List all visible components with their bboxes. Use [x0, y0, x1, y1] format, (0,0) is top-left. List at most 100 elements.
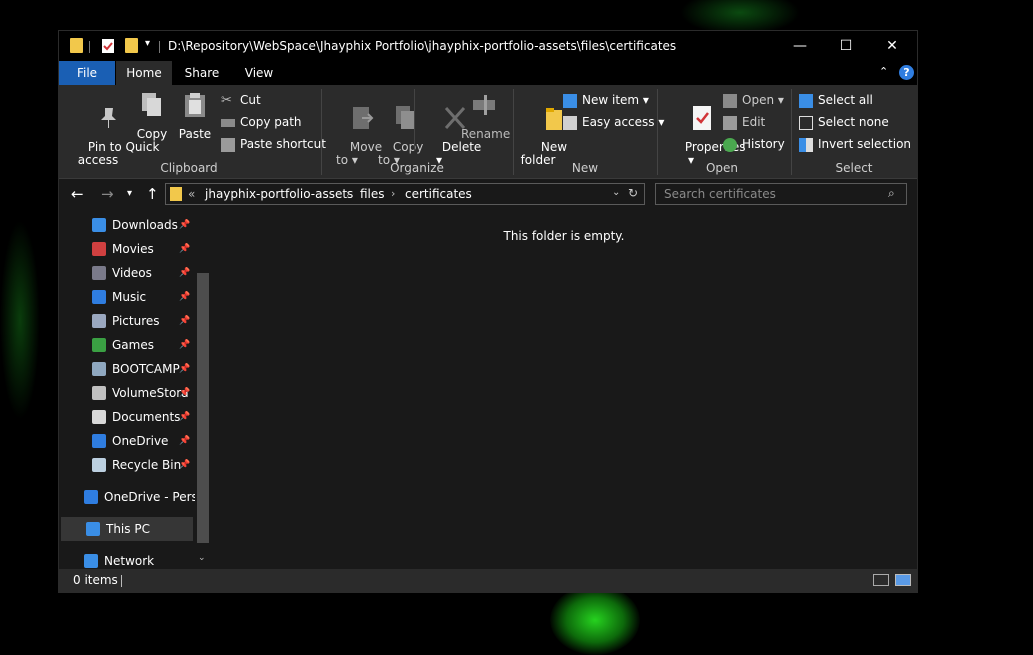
customize-qa-chevron-icon[interactable]: ▾: [145, 38, 150, 49]
search-box[interactable]: Search certificates ⌕: [655, 183, 907, 205]
history-icon: [723, 137, 737, 152]
breadcrumb-separator-icon[interactable]: ›: [391, 187, 395, 200]
nav-item[interactable]: Games 📌: [59, 333, 195, 357]
title-bar: ▾ D:\Repository\WebSpace\Jhayphix Portfo…: [59, 31, 917, 61]
close-button[interactable]: ✕: [869, 31, 915, 61]
select-none-label: Select none: [818, 115, 889, 129]
invert-selection-label: Invert selection: [818, 137, 912, 151]
paste-shortcut-button[interactable]: Paste shortcut: [221, 134, 326, 154]
select-all-icon: [799, 93, 813, 108]
movies-folder-icon: [92, 242, 106, 256]
nav-item[interactable]: VolumeStora 📌: [59, 381, 195, 405]
tab-home[interactable]: Home: [116, 61, 172, 85]
nav-item-label: Recycle Bin: [112, 458, 182, 472]
breadcrumb-item[interactable]: files: [360, 187, 385, 201]
large-icons-view-icon[interactable]: [895, 574, 911, 586]
cut-button[interactable]: ✂ Cut: [221, 90, 261, 110]
tab-share[interactable]: Share: [174, 61, 230, 85]
select-none-button[interactable]: Select none: [799, 112, 889, 132]
copy-button[interactable]: Copy: [135, 91, 169, 141]
onedrive-icon: [84, 490, 98, 504]
easy-access-button[interactable]: Easy access ▾: [563, 112, 664, 132]
breadcrumb-item[interactable]: certificates: [405, 187, 472, 201]
paste-shortcut-icon: [221, 137, 235, 152]
group-label-organize: Organize: [390, 161, 444, 175]
nav-item[interactable]: Movies 📌: [59, 237, 195, 261]
folder-icon: [170, 187, 182, 201]
nav-item[interactable]: Documents 📌: [59, 405, 195, 429]
nav-item[interactable]: This PC: [61, 517, 193, 541]
cut-label: Cut: [240, 93, 261, 107]
wallpaper-glow: [550, 585, 640, 655]
music-icon: [92, 290, 106, 304]
file-list[interactable]: This folder is empty.: [211, 213, 917, 569]
navigation-pane: Downloads 📌 Movies 📌 Videos 📌 Music 📌 Pictures 📌 G…: [59, 213, 211, 569]
ribbon-home: Pin to Quick access Copy Paste ✂ Cut Copy…: [59, 85, 917, 179]
nav-item-label: Games: [112, 338, 154, 352]
nav-item-label: Movies: [112, 242, 154, 256]
pin-icon: 📌: [179, 316, 191, 326]
nav-item[interactable]: Pictures 📌: [59, 309, 195, 333]
address-history-chevron-icon[interactable]: ⌄: [612, 187, 620, 198]
nav-item-label: Music: [112, 290, 147, 304]
pin-icon: 📌: [179, 364, 191, 374]
minimize-button[interactable]: —: [777, 31, 823, 61]
pin-icon: 📌: [179, 244, 191, 254]
easy-access-icon: [563, 115, 577, 130]
nav-scrollbar-thumb[interactable]: [197, 273, 209, 543]
breadcrumb-overflow[interactable]: «: [188, 187, 195, 201]
file-explorer-window: ▾ D:\Repository\WebSpace\Jhayphix Portfo…: [58, 30, 918, 593]
breadcrumb-separator-icon[interactable]: ›: [346, 187, 350, 200]
properties-qa-icon[interactable]: [101, 38, 115, 54]
nav-item[interactable]: OneDrive 📌: [59, 429, 195, 453]
nav-item[interactable]: OneDrive - Perso: [59, 485, 205, 509]
nav-item[interactable]: Videos 📌: [59, 261, 195, 285]
copy-path-label: Copy path: [240, 115, 302, 129]
history-label: History: [742, 137, 785, 151]
rename-button[interactable]: Rename: [461, 91, 510, 141]
nav-item-label: Pictures: [112, 314, 160, 328]
open-button[interactable]: Open ▾: [723, 90, 784, 110]
nav-item[interactable]: Recycle Bin 📌: [59, 453, 195, 477]
new-folder-qa-icon[interactable]: [125, 38, 138, 53]
paste-label: Paste: [178, 127, 212, 141]
nav-item[interactable]: BOOTCAMP 📌: [59, 357, 195, 381]
history-button[interactable]: History: [723, 134, 785, 154]
collapse-ribbon-chevron-icon[interactable]: ⌃: [879, 65, 888, 78]
maximize-button[interactable]: ☐: [823, 31, 869, 61]
address-bar[interactable]: « jhayphix-portfolio-assets › files › ce…: [165, 183, 645, 205]
paste-button[interactable]: Paste: [177, 91, 213, 141]
new-item-icon: [563, 93, 577, 108]
up-arrow-icon[interactable]: ↑: [146, 185, 159, 203]
back-arrow-icon[interactable]: ←: [71, 185, 84, 203]
edit-button[interactable]: Edit: [723, 112, 765, 132]
nav-item[interactable]: Downloads 📌: [59, 213, 195, 237]
select-none-icon: [799, 115, 813, 130]
new-item-button[interactable]: New item ▾: [563, 90, 649, 110]
tab-view[interactable]: View: [231, 61, 287, 85]
recent-locations-chevron-icon[interactable]: ▾: [127, 188, 132, 199]
search-icon[interactable]: ⌕: [888, 186, 895, 201]
item-count: 0 items: [73, 573, 118, 587]
copy-path-button[interactable]: Copy path: [221, 112, 302, 132]
copy-label: Copy: [136, 127, 168, 141]
pin-icon: 📌: [179, 460, 191, 470]
empty-folder-message: This folder is empty.: [503, 229, 625, 243]
breadcrumb-item[interactable]: jhayphix-portfolio-assets: [205, 187, 353, 201]
nav-item[interactable]: Music 📌: [59, 285, 195, 309]
scroll-down-chevron-icon[interactable]: ⌄: [198, 553, 206, 563]
details-view-icon[interactable]: [873, 574, 889, 586]
help-icon[interactable]: ?: [899, 65, 914, 80]
nav-item[interactable]: Network: [59, 549, 195, 569]
forward-arrow-icon[interactable]: →: [101, 185, 114, 203]
refresh-icon[interactable]: ↻: [628, 186, 638, 200]
tab-file[interactable]: File: [59, 61, 115, 85]
search-input[interactable]: Search certificates: [664, 187, 776, 201]
invert-selection-icon: [799, 137, 813, 152]
pin-icon: 📌: [179, 340, 191, 350]
invert-selection-button[interactable]: Invert selection: [799, 134, 911, 154]
recycle-bin-icon: [92, 458, 106, 472]
select-all-button[interactable]: Select all: [799, 90, 873, 110]
group-label-clipboard: Clipboard: [160, 161, 218, 175]
pin-icon: 📌: [179, 388, 191, 398]
